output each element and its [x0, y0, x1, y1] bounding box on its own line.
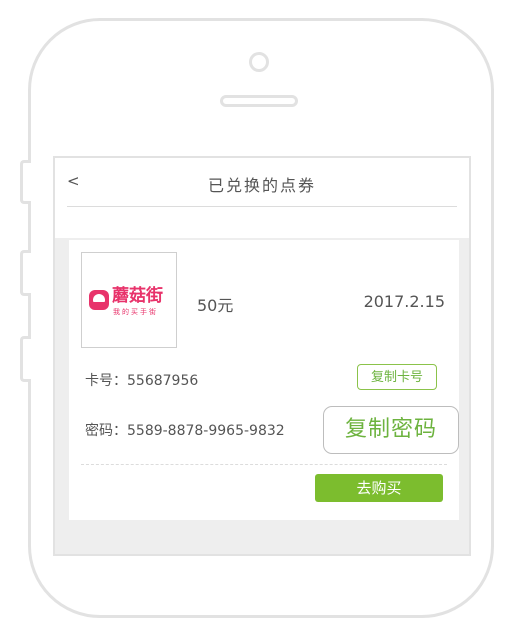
- card-number-value: 55687956: [127, 373, 199, 389]
- phone-mute-switch: [20, 160, 31, 204]
- coupon-card: 蘑菇街 我的买手街 50元 2017.2.15 卡号：55687956 复制卡号…: [69, 240, 459, 520]
- phone-volume-down-button: [20, 336, 31, 382]
- header-divider: [67, 206, 457, 207]
- nav-header: < 已兑换的点券: [55, 158, 469, 238]
- password-row: 密码：5589-8878-9965-9832: [85, 420, 285, 440]
- phone-volume-up-button: [20, 250, 31, 296]
- coupon-date: 2017.2.15: [363, 292, 445, 311]
- brand-logo-slogan: 我的买手街: [113, 308, 158, 316]
- coupon-amount: 50元: [197, 296, 234, 315]
- copy-password-button[interactable]: 复制密码: [323, 406, 459, 454]
- buy-button[interactable]: 去购买: [315, 474, 443, 502]
- card-number-label: 卡号：: [85, 373, 127, 389]
- password-value: 5589-8878-9965-9832: [127, 423, 285, 439]
- brand-logo: 蘑菇街 我的买手街: [81, 252, 177, 348]
- phone-screen: < 已兑换的点券 蘑菇街 我的买手街 50元 2017.2.15 卡号：5568…: [53, 156, 471, 556]
- page-title: 已兑换的点券: [207, 176, 316, 195]
- brand-logo-name: 蘑菇街: [112, 286, 163, 306]
- dashed-divider: [81, 464, 447, 465]
- phone-speaker: [220, 95, 298, 107]
- password-label: 密码：: [85, 423, 127, 439]
- card-number-row: 卡号：55687956: [85, 370, 198, 390]
- phone-camera: [249, 52, 269, 72]
- mushroom-logo-icon: [89, 290, 109, 310]
- copy-card-number-button[interactable]: 复制卡号: [357, 364, 437, 390]
